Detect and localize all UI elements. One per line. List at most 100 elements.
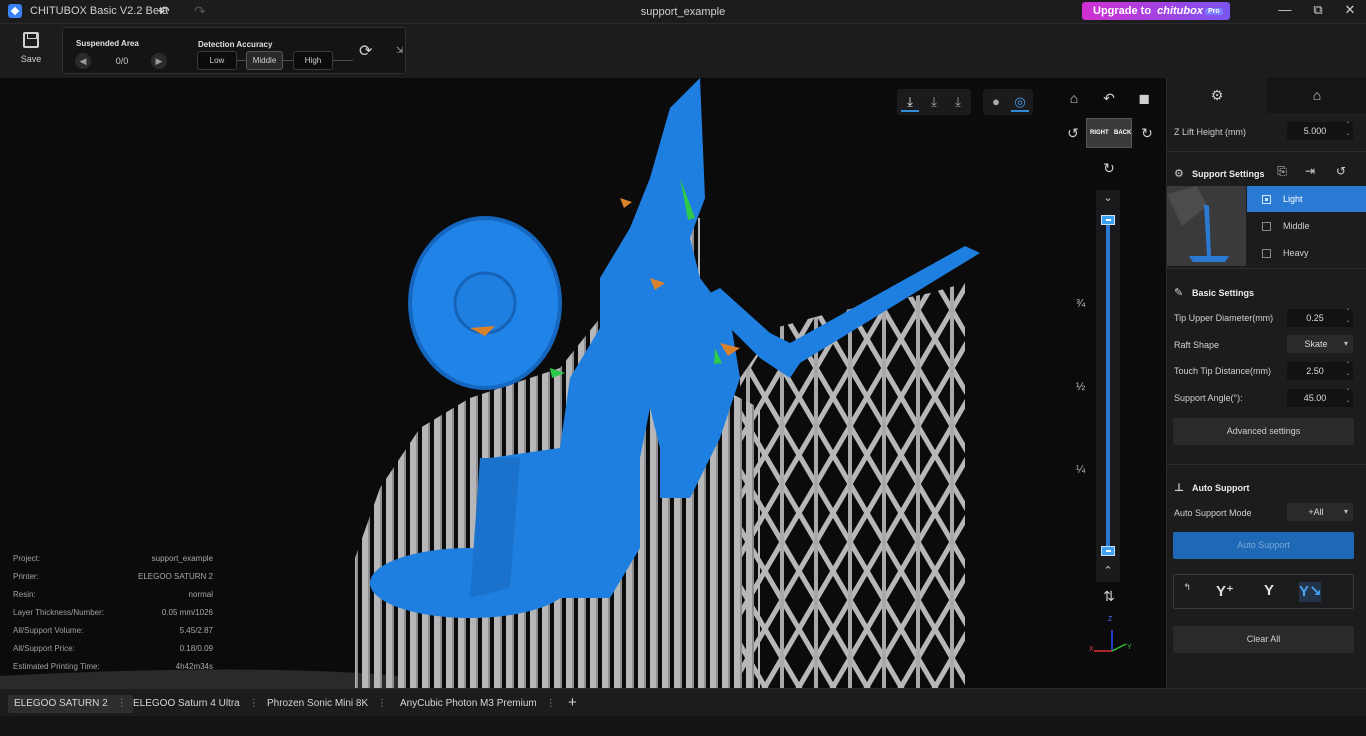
z-lift-input[interactable]: 5.000 [1287,121,1353,140]
preset-checkbox[interactable] [1262,222,1271,231]
add-printer-tab-icon[interactable]: + [568,694,577,711]
minimize-button[interactable]: — [1275,2,1295,17]
printer-tab[interactable]: ELEGOO SATURN 2 ⋮ [8,695,133,713]
info-row-volume: All/Support Volume: 5.45/2.87 [13,626,213,644]
tab-print-settings[interactable]: ⚙ [1167,78,1267,113]
preset-heavy[interactable]: Heavy [1247,240,1366,266]
layer-slider-bottom-handle[interactable] [1101,546,1115,556]
support-view-2-icon[interactable]: ⤓ [925,94,943,110]
slider-up-icon[interactable]: ⌄ [1099,191,1117,204]
accuracy-high-button[interactable]: High [293,51,333,70]
support-settings-label: Support Settings [1192,169,1265,179]
tab-menu-icon[interactable]: ⋮ [117,698,127,709]
info-value: 0.05 mm/1026 [161,608,213,617]
view-cube-toggle-icon[interactable]: ◼ [1135,90,1153,107]
detection-accuracy-title: Detection Accuracy [198,40,273,49]
raft-shape-label: Raft Shape [1174,340,1220,350]
rotate-left-icon[interactable]: ↺ [1064,125,1082,142]
previous-suspended-button[interactable]: ◀ [75,53,91,69]
printer-tab[interactable]: ELEGOO Saturn 4 Ultra ⋮ [127,695,265,713]
mode-toggle-icon[interactable]: ↰ [1176,582,1198,602]
collapse-icon[interactable]: ⇲ [396,45,404,56]
rotate-down-icon[interactable]: ↻ [1100,160,1118,177]
info-value: ELEGOO SATURN 2 [138,572,213,581]
info-label: Project: [13,554,41,563]
settings-gear-icon: ⚙ [1174,168,1184,180]
info-value: 0.18/0.09 [179,644,213,653]
tab-support[interactable]: ⌂ [1267,78,1366,113]
view-cube[interactable]: RIGHT BACK [1086,118,1132,148]
raft-shape-select[interactable]: Skate [1287,335,1353,353]
auto-support-mode-select[interactable]: +All [1287,503,1353,521]
info-label: All/Support Price: [13,644,75,653]
accuracy-middle-button[interactable]: Middle [246,51,283,70]
home-view-icon[interactable]: ⌂ [1065,90,1083,106]
maximize-button[interactable]: ⧉ [1308,2,1328,18]
advanced-settings-button[interactable]: Advanced settings [1173,418,1354,445]
solid-shading-icon[interactable]: ● [987,94,1005,109]
chitubox-logo-icon [8,4,22,18]
support-view-1-icon[interactable]: ⤓ [901,94,919,112]
save-button[interactable]: Save [14,32,48,64]
support-angle-input[interactable]: 45.00 [1287,388,1353,407]
refresh-icon[interactable]: ⟳ [359,41,372,61]
accuracy-low-button[interactable]: Low [197,51,237,70]
support-mode-toolbar: ↰ Y⁺ Y Y↘ [1173,574,1354,609]
divider [1167,268,1366,269]
preset-checkbox[interactable] [1262,249,1271,258]
3d-viewport[interactable]: ⤓ ⤓ ⤓ ● ◎ ⌂ ↶ ◼ ↺ RIGHT BACK ↻ ↻ ⌄ ⌃ ¾ ½… [0,78,1166,688]
auto-support-icon: ⊥ [1174,482,1185,494]
layer-slider-track[interactable] [1106,218,1110,554]
tab-menu-icon[interactable]: ⋮ [249,698,259,709]
clear-all-button[interactable]: Clear All [1173,626,1354,653]
suspended-area-panel: Suspended Area ◀ 0/0 ▶ Detection Accurac… [62,27,406,74]
upgrade-pro-button[interactable]: Upgrade to chitubox Pro [1082,2,1230,20]
info-value: normal [188,590,213,599]
printer-tab[interactable]: Phrozen Sonic Mini 8K ⋮ [261,695,393,713]
undo-icon[interactable]: ↶ [158,3,170,20]
info-label: Resin: [13,590,36,599]
support-view-3-icon[interactable]: ⤓ [949,94,967,110]
toolbar: Save Suspended Area ◀ 0/0 ▶ Detection Ac… [0,23,1366,78]
reset-settings-icon[interactable]: ↺ [1332,164,1350,178]
printer-tab[interactable]: AnyCubic Photon M3 Premium ⋮ [394,695,562,713]
info-row-price: All/Support Price: 0.18/0.09 [13,644,213,662]
save-icon [23,32,39,48]
auto-support-button[interactable]: Auto Support [1173,532,1354,559]
close-button[interactable]: ✕ [1340,2,1360,18]
xray-shading-icon[interactable]: ◎ [1011,94,1029,112]
upgrade-text: Upgrade to [1093,5,1152,17]
view-cube-right-label: RIGHT [1090,130,1109,136]
tip-upper-diameter-input[interactable]: 0.25 [1287,308,1353,327]
tab-menu-icon[interactable]: ⋮ [377,698,387,709]
support-angle-label: Support Angle(°): [1174,393,1243,403]
info-row-resin: Resin: normal [13,590,213,608]
auto-support-label: Auto Support [1192,483,1250,493]
preset-checkbox[interactable] [1262,195,1271,204]
import-settings-icon[interactable]: ⎘ [1273,164,1291,179]
linked-support-icon[interactable]: Y↘ [1299,582,1322,602]
printer-tab-label: Phrozen Sonic Mini 8K [267,698,369,709]
export-settings-icon[interactable]: ⇥ [1301,164,1319,178]
reset-rotation-icon[interactable]: ↶ [1100,90,1118,107]
layer-slider-top-handle[interactable] [1101,215,1115,225]
info-value: support_example [151,554,213,563]
add-support-icon[interactable]: Y⁺ [1214,582,1236,602]
swap-slider-icon[interactable]: ⇅ [1100,588,1118,605]
shading-toolbar: ● ◎ [983,89,1033,115]
tab-menu-icon[interactable]: ⋮ [546,698,556,709]
printer-tab-label: ELEGOO Saturn 4 Ultra [133,698,240,709]
touch-tip-distance-input[interactable]: 2.50 [1287,361,1353,380]
save-label: Save [20,54,42,64]
redo-icon[interactable]: ↷ [194,3,206,20]
slider-down-icon[interactable]: ⌃ [1099,564,1117,577]
rotate-right-icon[interactable]: ↻ [1138,125,1156,142]
preset-light[interactable]: Light [1247,186,1366,212]
preset-middle[interactable]: Middle [1247,213,1366,239]
info-label: All/Support Volume: [13,626,84,635]
edit-support-icon[interactable]: Y [1258,582,1280,602]
next-suspended-button[interactable]: ▶ [151,53,167,69]
status-bar [0,716,1366,736]
slider-half-mark: ½ [1076,381,1086,393]
support-tab-icon: ⌂ [1312,87,1322,103]
